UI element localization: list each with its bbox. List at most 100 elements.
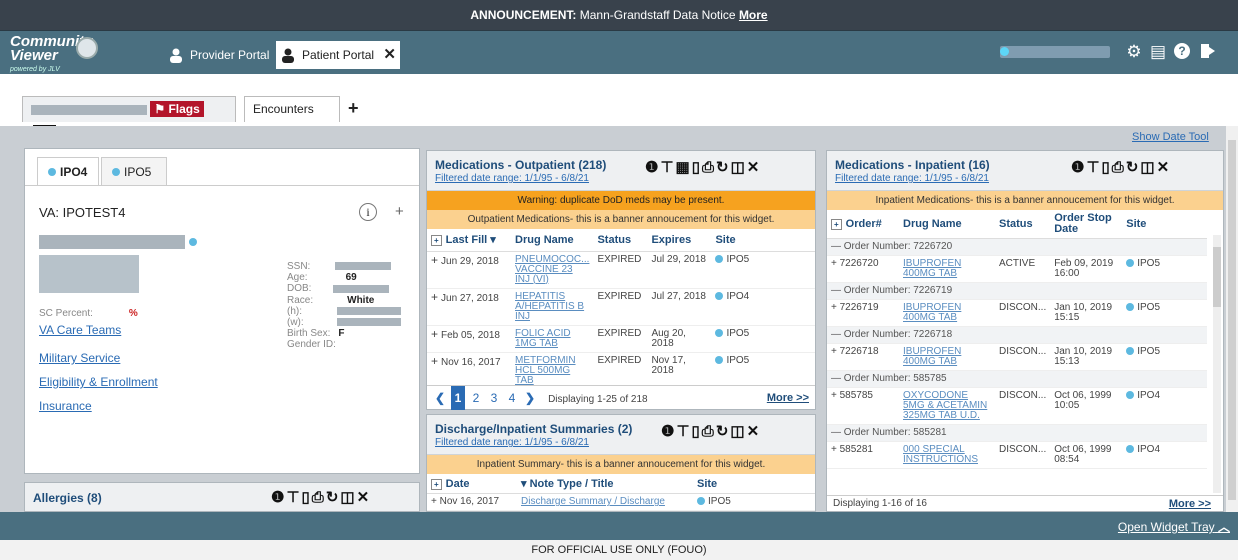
expand-all-icon[interactable]: + <box>831 219 842 230</box>
expand-row-icon[interactable]: + <box>431 290 438 304</box>
med-in-filter-link[interactable]: Filtered date range: 1/1/95 - 6/8/21 <box>835 173 989 184</box>
expand-row-icon[interactable]: + <box>831 346 840 357</box>
tab-encounters[interactable]: Encounters ✕ <box>244 96 340 140</box>
table-row[interactable]: + Feb 05, 2018 FOLIC ACID 1MG TAB EXPIRED Au… <box>427 325 815 353</box>
print-icon[interactable]: ⎙ <box>1112 159 1126 176</box>
info-icon[interactable]: ❶ <box>271 489 286 506</box>
page-3[interactable]: 3 <box>487 386 501 410</box>
expand-icon[interactable]: ◫ <box>730 423 746 440</box>
close-icon[interactable]: ✕ <box>357 489 372 506</box>
col-date[interactable]: + Date <box>427 474 517 494</box>
open-widget-tray-link[interactable]: Open Widget Tray ︿ <box>1118 518 1230 535</box>
expand-all-icon[interactable]: + <box>431 478 442 490</box>
filter-icon[interactable]: ⊤ <box>1086 159 1101 176</box>
col-last-fill[interactable]: + Last Fill ▾ <box>427 229 511 252</box>
print-icon[interactable]: ⎙ <box>702 423 716 440</box>
table-row[interactable]: + 7226718 IBUPROFEN 400MG TAB DISCON... Jan… <box>827 343 1207 371</box>
page-2[interactable]: 2 <box>469 386 483 410</box>
col-order-number[interactable]: + Order# <box>827 210 899 239</box>
collapse-group-icon[interactable]: — <box>831 329 844 340</box>
col-site[interactable]: Site <box>1122 210 1207 239</box>
drug-link[interactable]: METFORMIN HCL 500MG TAB <box>515 355 576 386</box>
col-site[interactable]: Site <box>693 474 815 494</box>
page-1[interactable]: 1 <box>451 386 465 410</box>
document-icon[interactable]: ▤ <box>1148 42 1168 62</box>
calendar-icon[interactable]: ▦ <box>676 159 692 176</box>
logout-icon[interactable] <box>1198 42 1218 62</box>
col-site[interactable]: Site <box>711 229 815 252</box>
tab-patient-portal[interactable]: Patient Portal ✕ <box>276 41 400 69</box>
expand-row-icon[interactable]: + <box>831 302 840 313</box>
drug-link[interactable]: OXYCODONE 5MG & ACETAMIN 325MG TAB U.D. <box>903 390 987 421</box>
expand-row-icon[interactable]: + <box>831 390 840 401</box>
prev-page-icon[interactable]: ❮ <box>433 386 447 410</box>
tab-site-ipo4[interactable]: IPO4 <box>37 157 99 185</box>
info-icon[interactable]: ❶ <box>1071 159 1086 176</box>
table-row[interactable]: + Jun 29, 2018 PNEUMOCOC... VACCINE 23 INJ… <box>427 251 815 289</box>
drug-link[interactable]: FOLIC ACID 1MG TAB <box>515 328 571 349</box>
table-row[interactable]: + 585785 OXYCODONE 5MG & ACETAMIN 325MG T… <box>827 387 1207 425</box>
drug-link[interactable]: IBUPROFEN 400MG TAB <box>903 258 961 279</box>
drug-link[interactable]: IBUPROFEN 400MG TAB <box>903 302 961 323</box>
expand-icon[interactable]: ◫ <box>731 159 747 176</box>
more-link[interactable]: More >> <box>1169 496 1211 512</box>
collapse-group-icon[interactable]: — <box>831 373 844 384</box>
help-icon[interactable]: ? <box>1172 42 1192 62</box>
refresh-icon[interactable]: ↻ <box>1126 159 1141 176</box>
print-icon[interactable]: ⎙ <box>312 489 326 506</box>
workspace-scrollbar[interactable] <box>1226 126 1238 512</box>
group-header-row[interactable]: — Order Number: 7226718 <box>827 326 1207 344</box>
announcement-more-link[interactable]: More <box>739 8 768 22</box>
tab-site-ipo5[interactable]: IPO5 <box>101 157 167 185</box>
col-drug-name[interactable]: Drug Name <box>899 210 995 239</box>
insurance-link[interactable]: Insurance <box>39 399 92 413</box>
med-out-filter-link[interactable]: Filtered date range: 1/1/95 - 6/8/21 <box>435 173 589 184</box>
col-status[interactable]: Status <box>593 229 648 252</box>
expand-row-icon[interactable]: + <box>831 258 840 269</box>
col-drug-name[interactable]: Drug Name <box>511 229 594 252</box>
close-icon[interactable]: ✕ <box>747 159 762 176</box>
group-header-row[interactable]: — Order Number: 585281 <box>827 424 1207 442</box>
expand-all-icon[interactable]: + <box>431 235 442 247</box>
drug-link[interactable]: IBUPROFEN 400MG TAB <box>903 346 961 367</box>
expand-plus-icon[interactable]: + <box>395 203 404 220</box>
table-row[interactable]: + Nov 16, 2017 METFORMIN HCL 500MG TAB EXPI… <box>427 352 815 390</box>
expand-icon[interactable]: ◫ <box>1140 159 1156 176</box>
military-service-link[interactable]: Military Service <box>39 351 120 365</box>
table-row[interactable]: + 7226719 IBUPROFEN 400MG TAB DISCON... Jan… <box>827 299 1207 327</box>
filter-icon[interactable]: ⊤ <box>286 489 301 506</box>
more-link[interactable]: More >> <box>767 386 809 410</box>
col-expires[interactable]: Expires <box>647 229 712 252</box>
discharge-filter-link[interactable]: Filtered date range: 1/1/95 - 6/8/21 <box>435 437 589 448</box>
clipboard-icon[interactable]: ▯ <box>1102 159 1112 176</box>
refresh-icon[interactable]: ↻ <box>716 423 731 440</box>
collapse-group-icon[interactable]: — <box>831 285 844 296</box>
info-icon[interactable]: i <box>359 203 377 221</box>
expand-row-icon[interactable]: + <box>431 327 438 341</box>
tab-patient-record[interactable]: ⚑ FlagsAD <box>22 96 236 141</box>
close-icon[interactable]: ✕ <box>1157 159 1172 176</box>
show-date-tool-link[interactable]: Show Date Tool <box>1132 131 1209 143</box>
close-icon[interactable]: ✕ <box>747 423 762 440</box>
group-header-row[interactable]: — Order Number: 585785 <box>827 370 1207 388</box>
print-icon[interactable]: ⎙ <box>702 159 716 176</box>
clipboard-icon[interactable]: ▯ <box>302 489 312 506</box>
flags-badge[interactable]: ⚑ Flags <box>150 101 204 117</box>
col-status[interactable]: Status <box>995 210 1051 239</box>
col-order-stop-date[interactable]: Order Stop Date <box>1050 210 1123 239</box>
refresh-icon[interactable]: ↻ <box>716 159 731 176</box>
close-patient-portal-icon[interactable]: ✕ <box>383 46 396 63</box>
scrollbar-thumb[interactable] <box>1213 247 1221 307</box>
group-header-row[interactable]: — Order Number: 7226719 <box>827 282 1207 300</box>
collapse-group-icon[interactable]: — <box>831 427 844 438</box>
expand-row-icon[interactable]: + <box>431 354 438 368</box>
filter-icon[interactable]: ⊤ <box>660 159 675 176</box>
table-row[interactable]: + Nov 16, 2017 Discharge Summary / Discha… <box>427 493 815 511</box>
tab-provider-portal[interactable]: Provider Portal <box>164 41 276 69</box>
table-row[interactable]: + 7226720 IBUPROFEN 400MG TAB ACTIVE Feb 09… <box>827 255 1207 283</box>
clipboard-icon[interactable]: ▯ <box>692 159 702 176</box>
gear-icon[interactable]: ⚙ <box>1124 42 1144 62</box>
table-row[interactable]: + Jun 27, 2018 HEPATITIS A/HEPATITIS B INJ… <box>427 288 815 326</box>
expand-icon[interactable]: ◫ <box>340 489 356 506</box>
scrollbar-thumb[interactable] <box>1228 140 1236 500</box>
